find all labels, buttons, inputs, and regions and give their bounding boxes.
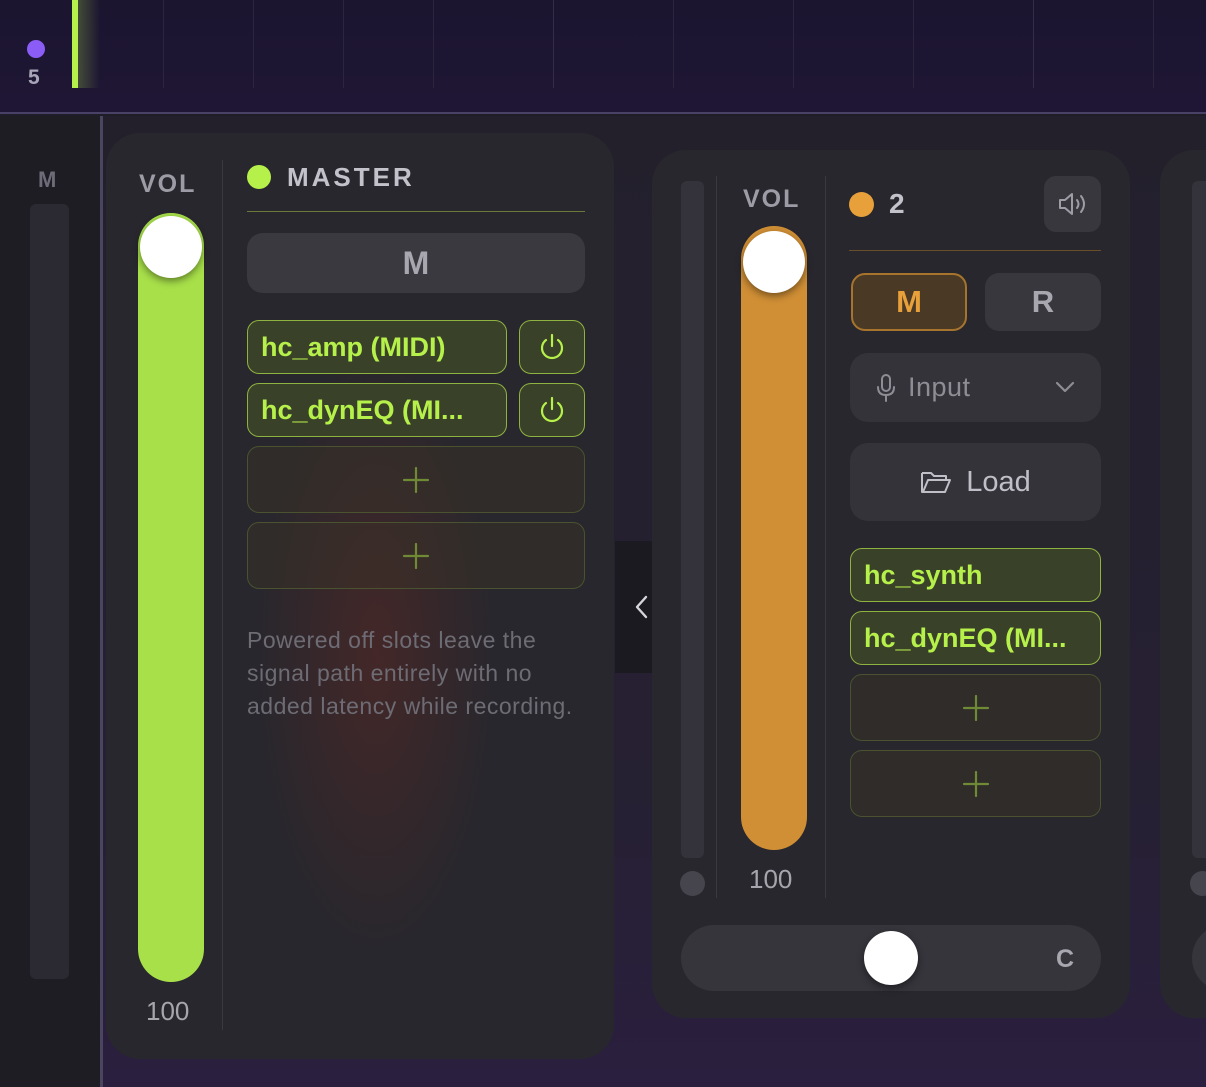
load-button-label: Load: [966, 465, 1031, 498]
speaker-icon: [1058, 193, 1085, 215]
master-volume-fader[interactable]: [138, 213, 204, 982]
track-level-meter: [1192, 181, 1206, 858]
input-select[interactable]: Input: [850, 353, 1101, 422]
marker-dot[interactable]: [27, 40, 45, 58]
timeline-gridline: [673, 0, 674, 88]
pan-knob[interactable]: [864, 931, 918, 985]
plugin-slot-hc-dyneq[interactable]: hc_dynEQ (MI...: [850, 611, 1101, 665]
master-divider: [222, 160, 223, 1030]
plus-icon: [402, 542, 430, 569]
meter-clip-indicator[interactable]: [680, 871, 705, 896]
marker-number: 5: [28, 66, 40, 89]
input-select-label: Input: [908, 372, 971, 402]
track-volume-fader[interactable]: [741, 226, 807, 850]
plugin-slot-label: hc_synth: [864, 559, 983, 590]
playhead-glow: [78, 0, 100, 88]
plugin-slot-label: hc_dynEQ (MI...: [864, 622, 1067, 653]
pan-value-label: C: [1056, 945, 1075, 973]
microphone-icon: [877, 373, 895, 402]
collapsed-strip-label[interactable]: M: [38, 167, 56, 193]
timeline-gridline: [1033, 0, 1034, 88]
track-mute-button[interactable]: M: [851, 273, 967, 331]
master-mute-button[interactable]: M: [247, 233, 585, 293]
timeline-gridline: [163, 0, 164, 88]
chevron-down-icon: [1055, 381, 1075, 393]
plugin-slot-label: hc_amp (MIDI): [261, 331, 446, 362]
timeline-gridline: [253, 0, 254, 88]
master-volume-knob[interactable]: [140, 216, 202, 278]
timeline-strip[interactable]: 5: [0, 0, 1206, 114]
track-record-button[interactable]: R: [985, 273, 1101, 331]
master-title: MASTER: [287, 162, 415, 192]
track-color-dot[interactable]: [849, 192, 874, 217]
master-header-rule: [247, 211, 585, 212]
master-color-dot: [247, 165, 271, 189]
timeline-gridline: [343, 0, 344, 88]
track-volume-knob[interactable]: [743, 231, 805, 293]
plugin-slot-label: hc_dynEQ (MI...: [261, 394, 464, 425]
plus-icon: [402, 466, 430, 493]
plugin-slot-hc-amp[interactable]: hc_amp (MIDI): [247, 320, 507, 374]
plugin-power-button[interactable]: [519, 383, 585, 437]
timeline-gridline: [793, 0, 794, 88]
track-vol-label: VOL: [743, 185, 801, 213]
load-button[interactable]: Load: [850, 443, 1101, 521]
timeline-gridline: [553, 0, 554, 88]
power-off-hint: Powered off slots leave the signal path …: [247, 627, 573, 719]
track-divider: [825, 176, 826, 898]
track-level-meter: [681, 181, 704, 858]
collapsed-strip-meter: [30, 204, 69, 979]
folder-icon: [921, 472, 952, 493]
timeline-gridline: [1153, 0, 1154, 88]
plugin-slot-hc-synth[interactable]: hc_synth: [850, 548, 1101, 602]
power-icon: [540, 396, 564, 423]
power-icon: [540, 333, 564, 360]
plugin-power-button[interactable]: [519, 320, 585, 374]
add-plugin-slot[interactable]: [247, 446, 585, 513]
add-plugin-slot[interactable]: [850, 750, 1101, 817]
plus-icon: [962, 694, 989, 721]
add-plugin-slot[interactable]: [247, 522, 585, 589]
master-vol-value: 100: [146, 996, 190, 1026]
track-divider: [716, 176, 717, 898]
timeline-gridline: [913, 0, 914, 88]
plus-icon: [962, 770, 989, 797]
track-vol-value: 100: [749, 864, 793, 894]
track-header-rule: [849, 250, 1101, 251]
track-number: 2: [889, 188, 905, 219]
plugin-slot-hc-dyneq[interactable]: hc_dynEQ (MI...: [247, 383, 507, 437]
add-plugin-slot[interactable]: [850, 674, 1101, 741]
chevron-left-icon: [635, 595, 648, 619]
timeline-gridline: [433, 0, 434, 88]
master-vol-label: VOL: [139, 170, 197, 198]
monitor-button[interactable]: [1044, 176, 1101, 232]
